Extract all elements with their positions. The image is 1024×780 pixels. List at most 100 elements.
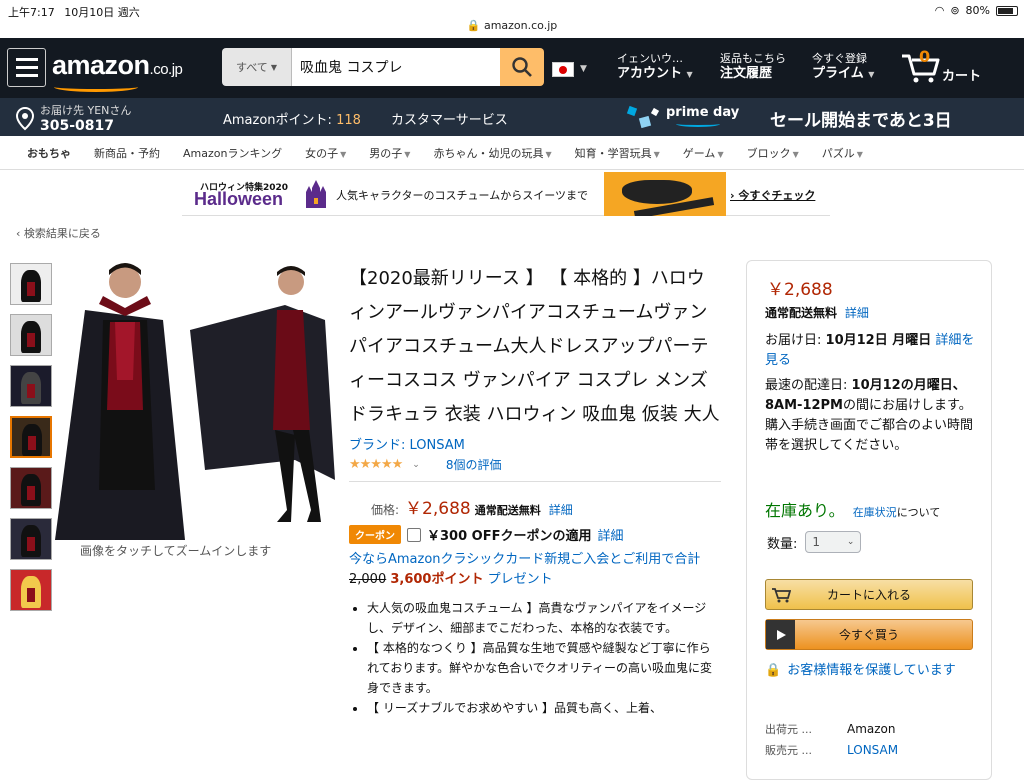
halloween-banner[interactable]: ハロウィン特集2020 Halloween 人気キャラクターのコスチュームからス… [182,172,830,216]
category-link[interactable]: ゲーム ▼ [683,145,724,161]
banner-cta-link[interactable]: › 今すぐチェック [730,187,815,203]
chevron-down-icon: ▼ [653,149,660,159]
prime-smile-icon [676,121,720,127]
secure-text: お客様情報を保護しています [787,663,956,678]
battery-icon [996,5,1018,16]
account-line1: イェンいウ… [617,52,683,65]
chevron-down-icon[interactable]: ⌄ [412,460,420,470]
delivery-date: 10月12日 月曜日 [825,333,932,348]
buy-now-label: 今すぐ買う [838,628,899,642]
category-link[interactable]: 赤ちゃん・幼児の玩具 ▼ [433,145,551,161]
category-link[interactable]: 新商品・予約 [94,145,160,161]
buy-now-button[interactable]: 今すぐ買う [765,619,973,650]
product-main-image[interactable] [55,260,338,540]
product-title: 【2020最新リリース 】 【 本格的 】ハロウィンアールヴァンパイアコスチュー… [349,268,720,425]
logo-text: amazon [52,50,150,80]
points-label: Amazonポイント: [223,113,332,128]
customer-service-link[interactable]: カスタマーサービス [391,109,508,128]
quantity-select[interactable]: 1 ⌄ [805,531,862,553]
chevron-down-icon: ▼ [340,149,347,159]
stock-status: 在庫あり。 在庫状況について [765,497,940,521]
status-time-date: 上午7:17 10月10日 週六 [8,4,140,20]
top-nav: amazon.co.jp すべて ▼ 吸血鬼 コスプレ ▼ イェンいウ… アカウ… [0,38,1024,98]
language-flag-icon[interactable] [552,62,574,77]
prime-line2: プライム [812,66,864,81]
play-icon [766,620,795,649]
feature-bullet: 【 リーズナブルでお求めやすい 】品質も高く、上着、 [367,698,721,718]
category-link[interactable]: パズル ▼ [822,145,863,161]
cart-icon [766,580,795,609]
rating-row: ★★★★★ ⌄ 8個の評価 [349,456,721,482]
thumbnail-6[interactable] [10,518,52,560]
amazon-logo[interactable]: amazon.co.jp [52,50,183,92]
shipping-details-link[interactable]: 詳細 [549,501,573,518]
mask-icon [622,180,692,204]
menu-button[interactable] [7,48,46,87]
buy-box: ￥2,688 通常配送無料 詳細 お届け日: 10月12日 月曜日 詳細を見る … [746,260,992,780]
points-value: 118 [336,113,361,128]
coupon-checkbox[interactable] [407,527,421,542]
category-link[interactable]: おもちゃ [27,145,71,161]
confetti-icon [626,105,660,129]
amazon-points[interactable]: Amazonポイント: 118 [223,109,361,128]
thumbnail-1[interactable] [10,263,52,305]
chevron-down-icon: ▼ [856,149,863,159]
sale-countdown[interactable]: セール開始まであと3日 [770,106,952,131]
prime-day-logo[interactable]: prime day [624,103,744,133]
search-department-select[interactable]: すべて ▼ [222,48,292,86]
status-date: 10月10日 週六 [64,6,140,19]
price-value: ￥2,688 [405,499,471,519]
category-link[interactable]: 知育・学習玩具 ▼ [575,145,660,161]
thumbnail-3[interactable] [10,365,52,407]
cart-label: カート [942,69,982,84]
coupon-details-link[interactable]: 詳細 [597,525,623,544]
coupon-text: ￥300 OFFクーポンの適用 [427,529,592,544]
orders-line2: 注文履歴 [720,66,773,81]
quantity-label: 数量: [767,536,798,552]
seller-link[interactable]: LONSAM [847,743,898,757]
star-rating-icon[interactable]: ★★★★★ [349,457,403,472]
category-label: 男の子 [369,146,403,160]
add-to-cart-button[interactable]: カートに入れる [765,579,973,610]
back-to-results-link[interactable]: ‹ 検索結果に戻る [16,225,101,241]
stock-link[interactable]: 在庫状況 [853,506,897,519]
fast-prefix: 最速の配達日: [765,378,848,393]
buybox-shipping: 通常配送無料 詳細 [765,304,869,321]
search-button[interactable] [500,48,544,86]
add-to-cart-label: カートに入れる [826,588,911,602]
thumbnail-5[interactable] [10,467,52,509]
banner-subtext: 人気キャラクターのコスチュームからスイーツまで [336,189,589,202]
category-link[interactable]: ブロック ▼ [747,145,799,161]
cart-button[interactable]: 0 カート [900,47,981,88]
orders-link[interactable]: 返品もこちら 注文履歴 [720,51,786,81]
brand-link[interactable]: ブランド: LONSAM [349,434,721,453]
account-menu[interactable]: イェンいウ… アカウント ▼ [617,51,693,82]
account-line2: アカウント [617,66,683,81]
thumbnail-4-selected[interactable] [10,416,52,458]
reviews-link[interactable]: 8個の評価 [446,456,502,473]
category-link[interactable]: Amazonランキング [183,145,282,161]
deliver-to-label: お届け先 YENさん [40,104,132,117]
thumbnail-7[interactable] [10,569,52,611]
secure-transaction-link[interactable]: 🔒 お客様情報を保護しています [765,661,975,681]
feature-bullet: 大人気の吸血鬼コスチューム 】高貴なヴァンパイアをイメージし、デザイン、細部まで… [367,598,721,638]
category-bar: おもちゃ 新商品・予約 Amazonランキング 女の子 ▼ 男の子 ▼ 赤ちゃん・幼児の玩具 ▼… [0,136,1024,170]
category-label: ブロック [746,146,791,160]
location-pin-icon [16,107,34,131]
chevron-down-icon: ▼ [580,64,587,74]
search-input[interactable]: 吸血鬼 コスプレ [292,48,500,86]
buybox-details-link[interactable]: 詳細 [845,306,869,320]
shipper-value: Amazon [847,722,896,736]
card-promo[interactable]: 今ならAmazonクラシックカード新規ご入会とご利用で合計 2,000 3,600… [349,550,721,590]
seller-label: 販売元 ... [765,744,812,757]
prime-menu[interactable]: 今すぐ登録 プライム ▼ [812,51,874,82]
category-link[interactable]: 女の子 ▼ [305,145,346,161]
address-bar[interactable]: 🔒 amazon.co.jp [0,19,1024,32]
deliver-to[interactable]: お届け先 YENさん 305-0817 [16,102,131,134]
prime-line1: 今すぐ登録 [812,52,867,65]
category-label: 新商品・予約 [94,146,160,160]
thumbnail-2[interactable] [10,314,52,356]
fastest-delivery: 最速の配達日: 10月12の月曜日、8AM-12PMの間にお届けします。 購入手… [765,376,977,456]
vampire-figure-1 [55,263,185,540]
category-link[interactable]: 男の子 ▼ [369,145,410,161]
